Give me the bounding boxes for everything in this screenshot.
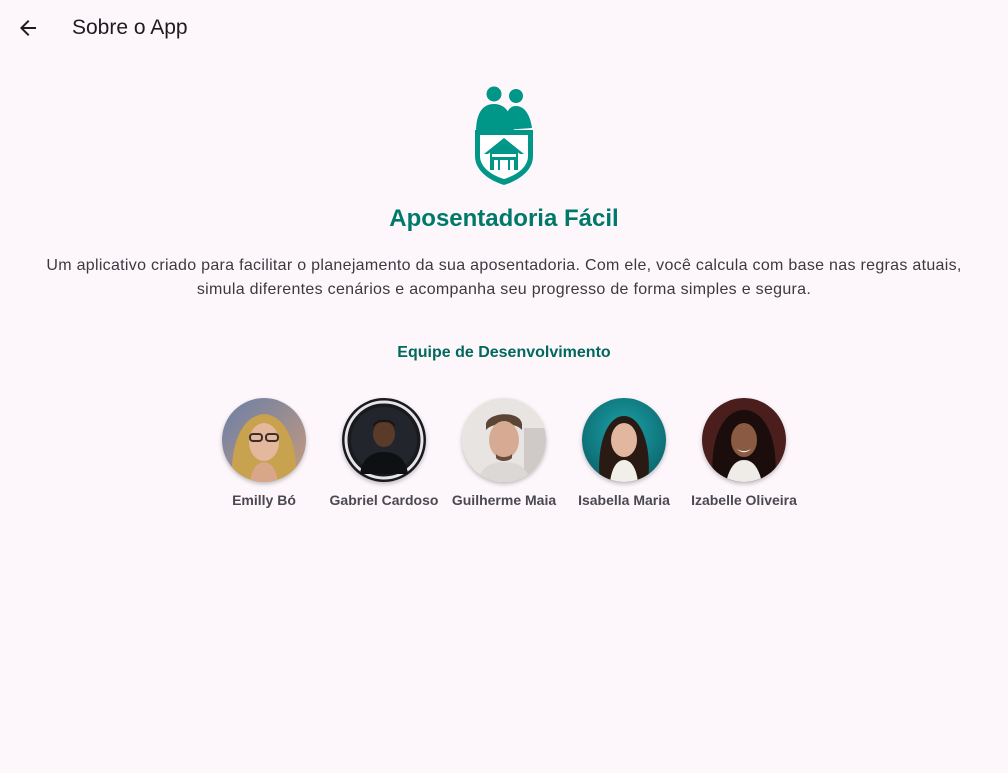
back-button[interactable] (8, 8, 48, 48)
team-member-card[interactable]: Isabella Maria (564, 398, 684, 508)
avatar (342, 398, 426, 482)
avatar (582, 398, 666, 482)
team-heading: Equipe de Desenvolvimento (397, 344, 611, 361)
team-member-name: Guilherme Maia (451, 492, 557, 508)
team-member-name: Gabriel Cardoso (329, 492, 439, 508)
arrow-back-icon (20, 20, 36, 36)
team-member-name: Izabelle Oliveira (691, 492, 797, 508)
team-member-card[interactable]: Izabelle Oliveira (684, 398, 804, 508)
team-member-card[interactable]: Emilly Bó (204, 398, 324, 508)
app-logo (472, 84, 536, 188)
team-member-name: Emilly Bó (232, 492, 296, 508)
app-bar: Sobre o App (0, 0, 1008, 56)
retirees-house-shield-icon (475, 86, 533, 185)
team-list: Emilly Bó Gabriel Cardoso Guilherme Maia… (0, 398, 1008, 508)
avatar (702, 398, 786, 482)
avatar (462, 398, 546, 482)
team-member-card[interactable]: Guilherme Maia (444, 398, 564, 508)
avatar (222, 398, 306, 482)
app-description: Um aplicativo criado para facilitar o pl… (46, 257, 962, 298)
team-member-card[interactable]: Gabriel Cardoso (324, 398, 444, 508)
app-name: Aposentadoria Fácil (389, 205, 619, 232)
page-title: Sobre o App (72, 16, 188, 39)
team-member-name: Isabella Maria (578, 492, 670, 508)
